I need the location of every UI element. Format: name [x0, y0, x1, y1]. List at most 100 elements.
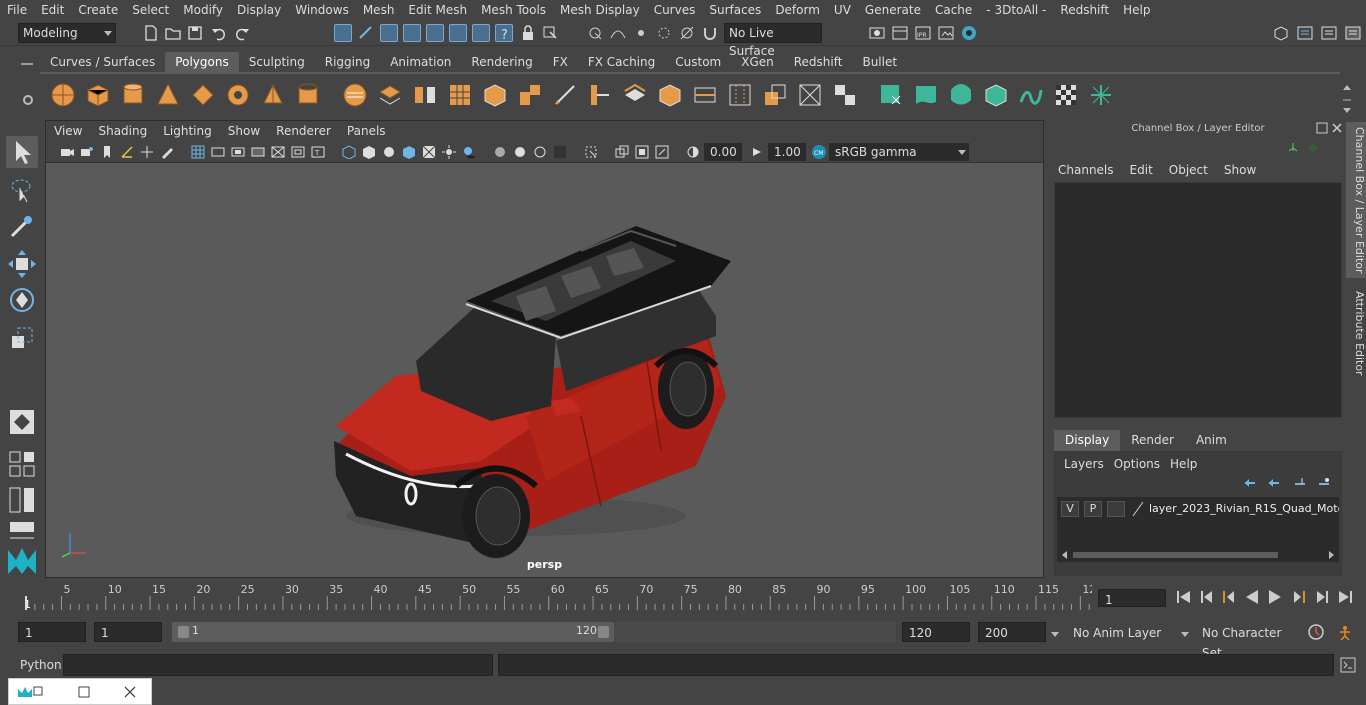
poly-torus-icon[interactable]	[225, 82, 251, 108]
modeling-toolkit-icon[interactable]	[1272, 24, 1290, 42]
uv-automatic-icon[interactable]	[983, 82, 1009, 108]
wireframe-icon[interactable]	[342, 145, 356, 160]
go-to-start-icon[interactable]	[1175, 588, 1193, 606]
textured-icon[interactable]	[402, 145, 416, 159]
menu-uv[interactable]: UV	[827, 0, 858, 20]
viewport-menu-show[interactable]: Show	[220, 121, 268, 141]
command-input[interactable]	[63, 654, 493, 676]
depth-of-field-icon[interactable]	[553, 145, 567, 159]
rotate-tool[interactable]	[6, 284, 38, 316]
layer-playback-toggle[interactable]: P	[1084, 501, 1102, 517]
viewport-menu-view[interactable]: View	[46, 121, 90, 141]
menu-file[interactable]: File	[0, 0, 34, 20]
menu-generate[interactable]: Generate	[858, 0, 928, 20]
layer-tab-anim[interactable]: Anim	[1185, 430, 1238, 451]
pan-zoom-icon[interactable]	[140, 145, 154, 159]
grease-pencil-icon[interactable]	[160, 145, 174, 159]
poly-pipe-icon[interactable]	[295, 82, 321, 108]
channel-menu-channels[interactable]: Channels	[1050, 160, 1122, 180]
xray-icon[interactable]	[422, 145, 436, 159]
menu-redshift[interactable]: Redshift	[1053, 0, 1116, 20]
move-layer-up-icon[interactable]	[1243, 476, 1257, 490]
layer-tab-render[interactable]: Render	[1120, 430, 1185, 451]
script-editor-icon[interactable]	[1339, 656, 1357, 674]
mirror-icon[interactable]	[412, 82, 438, 108]
help-mode-icon[interactable]: ?	[495, 24, 513, 43]
close-icon[interactable]	[1331, 122, 1343, 134]
float-panel-icon[interactable]	[1316, 122, 1328, 134]
layer-menu-layers[interactable]: Layers	[1059, 455, 1109, 473]
layer-color-swatch[interactable]	[1131, 501, 1145, 517]
restore-icon[interactable]	[17, 685, 43, 699]
menu-mesh-display[interactable]: Mesh Display	[553, 0, 647, 20]
snap-point-icon[interactable]	[632, 24, 650, 42]
select-tool[interactable]	[6, 136, 38, 168]
snap-view-plane-icon[interactable]	[655, 24, 673, 42]
range-start-handle[interactable]	[178, 626, 189, 638]
new-layer-icon[interactable]	[1293, 476, 1307, 490]
offset-edge-loop-icon[interactable]	[727, 82, 753, 108]
suv-model[interactable]	[316, 216, 746, 561]
animation-end-field[interactable]: 200	[978, 622, 1046, 642]
playback-start-field[interactable]: 1	[94, 622, 162, 642]
snap-magnet-icon[interactable]	[701, 24, 719, 42]
multi-cut-icon[interactable]	[552, 82, 578, 108]
axis-transform-icon[interactable]	[1286, 141, 1300, 155]
film-gate-icon[interactable]	[211, 145, 225, 159]
highlight-selection-icon[interactable]	[541, 24, 559, 42]
channel-menu-edit[interactable]: Edit	[1122, 160, 1161, 180]
channel-menu-show[interactable]: Show	[1216, 160, 1264, 180]
uv-spherical-icon[interactable]	[948, 82, 974, 108]
lasso-tool[interactable]	[6, 174, 38, 206]
resolution-gate-icon[interactable]	[231, 145, 245, 159]
layer-scrollbar[interactable]	[1061, 549, 1335, 559]
shelf-tab-xgen[interactable]: XGen	[731, 52, 784, 72]
undo-icon[interactable]	[210, 24, 228, 42]
play-backwards-icon[interactable]	[1243, 588, 1261, 606]
grid-toggle-icon[interactable]	[191, 145, 205, 159]
menu-cache[interactable]: Cache	[928, 0, 979, 20]
command-language-label[interactable]: Python	[20, 656, 62, 674]
snap-live-icon[interactable]	[678, 24, 696, 42]
move-layer-down-icon[interactable]	[1267, 476, 1281, 490]
merge-icon[interactable]	[832, 82, 858, 108]
color-management-icon[interactable]: CM	[811, 144, 827, 160]
menu-select[interactable]: Select	[125, 0, 176, 20]
chevron-down-icon[interactable]	[1050, 628, 1060, 637]
isolate-select-icon[interactable]	[584, 145, 598, 159]
xray-joints-icon[interactable]	[615, 145, 629, 159]
maximize-icon[interactable]	[77, 685, 91, 699]
image-plane-icon[interactable]	[120, 145, 134, 159]
lock-icon[interactable]	[519, 24, 537, 42]
step-back-icon[interactable]	[1198, 588, 1216, 606]
shelf-tab-rigging[interactable]: Rigging	[315, 52, 380, 72]
viewport-menu-renderer[interactable]: Renderer	[268, 121, 339, 141]
layer-display-type[interactable]	[1107, 501, 1125, 517]
render-settings-icon[interactable]	[868, 24, 886, 42]
insert-edge-loop-icon[interactable]	[692, 82, 718, 108]
layout-outliner-icon[interactable]	[6, 484, 38, 516]
shelf-tab-sculpting[interactable]: Sculpting	[239, 52, 315, 72]
shelf-tab-fx-caching[interactable]: FX Caching	[578, 52, 665, 72]
step-forward-key-icon[interactable]	[1290, 588, 1308, 606]
select-camera-icon[interactable]	[60, 145, 74, 159]
layer-name[interactable]: layer_2023_Rivian_R1S_Quad_Motor_	[1149, 501, 1339, 517]
poly-plane-icon[interactable]	[190, 82, 216, 108]
poly-cylinder-icon[interactable]	[120, 82, 146, 108]
auto-key-icon[interactable]	[1307, 623, 1325, 641]
render-view-icon[interactable]	[937, 24, 955, 42]
menu-edit-mesh[interactable]: Edit Mesh	[401, 0, 474, 20]
paint-select-tool[interactable]	[6, 210, 38, 242]
live-surface-field[interactable]: No Live Surface	[724, 23, 822, 58]
poly-cone-icon[interactable]	[155, 82, 181, 108]
shelf-settings-icon[interactable]	[20, 92, 36, 108]
anti-aliasing-icon[interactable]	[533, 145, 547, 159]
camera-attributes-icon[interactable]	[80, 145, 94, 159]
fill-hole-icon[interactable]	[657, 82, 683, 108]
menu-display[interactable]: Display	[230, 0, 288, 20]
shelf-tab-rendering[interactable]: Rendering	[461, 52, 542, 72]
chevron-down-icon[interactable]	[1180, 628, 1190, 637]
viewport-menu-lighting[interactable]: Lighting	[155, 121, 220, 141]
combine-icon[interactable]	[342, 82, 368, 108]
append-polygon-icon[interactable]	[622, 82, 648, 108]
